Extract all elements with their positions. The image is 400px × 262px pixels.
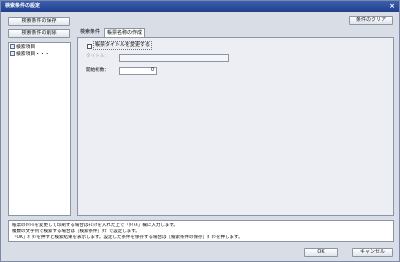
tree-item[interactable]: 検索項目・・・	[10, 51, 50, 57]
start-row-input[interactable]: 0	[119, 67, 157, 75]
title-input[interactable]	[119, 54, 229, 62]
change-title-checkbox[interactable]	[87, 44, 92, 49]
window-title: 検索条件の設定	[5, 3, 41, 9]
clear-conditions-button[interactable]: 条件のクリア	[349, 16, 393, 25]
dialog-window: 検索条件の設定 × 検索条件の保存 検索条件の削除 条件のクリア 検索項目 検索…	[0, 0, 400, 262]
help-text-box: 帳票のﾀｲﾄﾙを変更して印刷する場合はﾁｪｯｸを入れた上で「ﾀｲﾄﾙ」欄に入力し…	[8, 220, 394, 242]
title-bar: 検索条件の設定 ×	[1, 1, 399, 12]
tab-report-title[interactable]: 帳票名称の作成	[104, 28, 146, 37]
start-row-label: 開始桁数：	[86, 68, 109, 73]
save-search-button[interactable]: 検索条件の保存	[8, 17, 70, 26]
tree-node-icon	[10, 51, 15, 56]
change-title-label[interactable]: 帳票タイトルを変更する	[93, 41, 153, 50]
ok-button[interactable]: OK	[304, 248, 338, 257]
title-field-label: タイトル：	[86, 54, 109, 59]
help-line: 「OK」ﾎﾞﾀﾝを押すと検索結果を表示します。設定した条件を保存する場合は［検索…	[12, 235, 243, 240]
delete-search-button[interactable]: 検索条件の削除	[8, 29, 70, 38]
tab-search-conditions[interactable]: 検索条件	[78, 28, 102, 37]
tab-content-panel	[77, 37, 394, 216]
saved-search-tree[interactable]: 検索項目 検索項目・・・	[8, 42, 71, 216]
close-icon[interactable]: ×	[388, 3, 396, 10]
cancel-button[interactable]: キャンセル	[352, 248, 393, 257]
tree-item[interactable]: 検索項目	[10, 44, 35, 50]
tree-node-icon	[10, 44, 15, 49]
